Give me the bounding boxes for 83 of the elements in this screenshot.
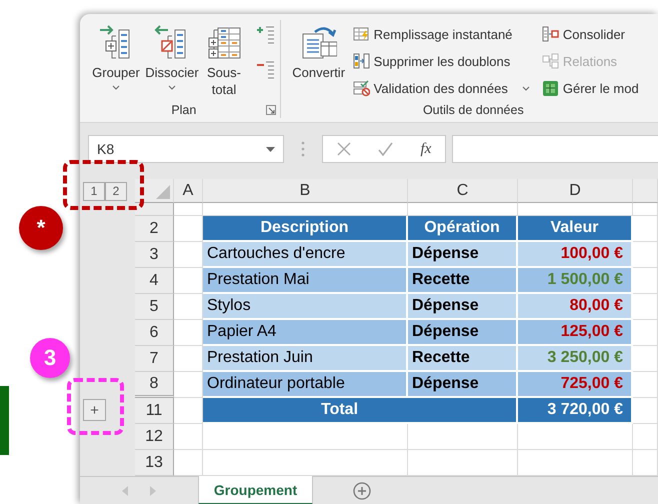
outline-level-button[interactable]: 2 (105, 182, 127, 200)
row-header[interactable]: 12 (135, 424, 174, 450)
flash-fill-icon (352, 26, 370, 43)
column-header[interactable]: C (408, 179, 518, 203)
manage-model-button[interactable]: Gérer le mod (540, 78, 641, 99)
data-validation-icon (352, 80, 370, 97)
convert-button[interactable]: Convertir (288, 20, 349, 102)
column-header[interactable]: B (203, 179, 408, 203)
data-validation-button[interactable]: Validation des données (350, 78, 532, 99)
row-header[interactable]: 8 (135, 372, 174, 398)
cancel-icon[interactable] (336, 142, 351, 156)
header-cell: Description (203, 216, 408, 242)
plus-lines-icon (256, 24, 274, 44)
launcher-icon[interactable] (266, 105, 276, 115)
row-header[interactable]: 7 (135, 346, 174, 372)
partial-shape (0, 386, 9, 455)
row-header[interactable]: 13 (135, 450, 174, 476)
convert-icon (300, 24, 337, 60)
row-header[interactable]: 5 (135, 294, 174, 320)
show-detail-button[interactable] (254, 24, 276, 45)
highlight-frame (67, 378, 124, 435)
column-header[interactable]: D (518, 179, 633, 203)
remove-duplicates-button[interactable]: Supprimer les doublons (350, 51, 532, 72)
table-cell: Dépense (408, 372, 518, 398)
remove-duplicates-icon (352, 53, 370, 70)
caret-icon (112, 85, 120, 90)
amount-text: 100,00 € (560, 245, 623, 263)
sheet-tab[interactable]: Groupement (198, 476, 313, 504)
header-cell: Valeur (518, 216, 633, 242)
row-header[interactable]: 11 (135, 398, 174, 424)
consolidate-icon (542, 26, 559, 43)
group-button[interactable]: Grouper (88, 20, 144, 102)
expand-button[interactable]: + (83, 399, 106, 421)
row-header[interactable]: 2 (135, 216, 174, 242)
amount-text: 3 250,00 € (547, 349, 623, 367)
table-cell: Prestation Juin (203, 346, 408, 372)
select-all-icon (156, 185, 170, 199)
group-title: Plan (171, 103, 196, 117)
flash-fill-button[interactable]: Remplissage instantané (350, 24, 532, 45)
table-cell: Total (203, 398, 518, 424)
hide-detail-button[interactable] (254, 59, 276, 80)
add-sheet-icon[interactable] (353, 482, 371, 500)
caret-icon (522, 86, 530, 91)
table-cell: Dépense (408, 294, 518, 320)
callout-badge: * (19, 206, 63, 250)
outline-level-button[interactable]: 1 (83, 182, 105, 200)
table-cell: 3 720,00 € (518, 398, 633, 424)
caret-icon (168, 85, 176, 90)
dropdown-arrow-icon (266, 146, 275, 152)
table-cell: Stylos (203, 294, 408, 320)
amount-text: 725,00 € (560, 375, 623, 393)
column-header[interactable]: A (174, 179, 203, 203)
data-model-icon (542, 80, 559, 97)
amount-text: 1 500,00 € (547, 271, 623, 289)
table-cell: Ordinateur portable (203, 372, 408, 398)
table-cell: Recette (408, 346, 518, 372)
name-box[interactable]: K8 (88, 135, 284, 163)
table-cell: Prestation Mai (203, 268, 408, 294)
insert-function-button[interactable]: fx (420, 140, 432, 158)
consolidate-button[interactable]: Consolider (540, 24, 641, 45)
header-cell: Opération (408, 216, 518, 242)
drag-handle-icon (301, 141, 305, 157)
table-cell: Dépense (408, 320, 518, 346)
table-cell: Dépense (408, 242, 518, 268)
amount-text: 125,00 € (560, 323, 623, 341)
ungroup-button[interactable]: Dissocier (144, 20, 200, 102)
callout-badge: 3 (30, 338, 70, 378)
checkmark-icon[interactable] (378, 142, 394, 156)
relations-icon (542, 53, 559, 70)
row-header[interactable] (135, 203, 174, 216)
column-header[interactable] (633, 179, 658, 203)
row-header[interactable]: 4 (135, 268, 174, 294)
minus-lines-icon (256, 60, 274, 80)
table-cell: Recette (408, 268, 518, 294)
table-cell: Cartouches d'encre (203, 242, 408, 268)
select-all-button[interactable] (135, 179, 174, 203)
row-header[interactable]: 3 (135, 242, 174, 268)
formula-input[interactable] (452, 135, 658, 163)
table-cell: Papier A4 (203, 320, 408, 346)
amount-text: 80,00 € (570, 297, 623, 315)
row-header[interactable]: 6 (135, 320, 174, 346)
subtotal-button[interactable]: Sous-total (200, 20, 248, 102)
group-title: Outils de données (422, 103, 524, 117)
